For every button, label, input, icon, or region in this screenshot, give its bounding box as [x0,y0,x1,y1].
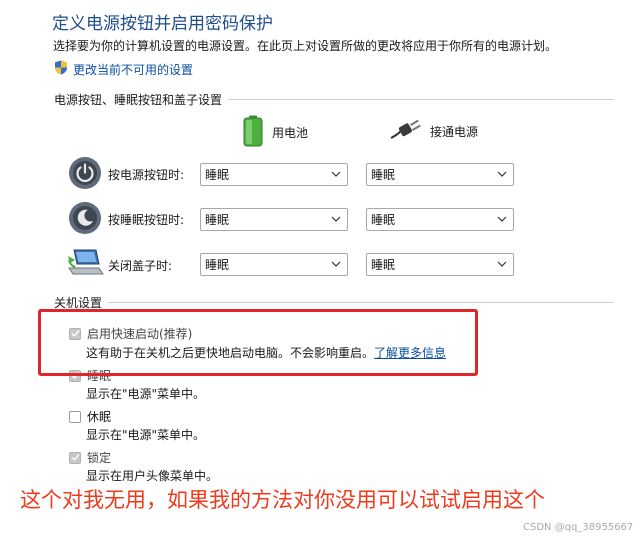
power-buttons-section-heading: 电源按钮、睡眠按钮和盖子设置 [54,91,614,108]
hibernate-checkbox[interactable] [69,410,81,423]
lock-label: 锁定 [87,451,112,465]
lock-description: 显示在用户头像菜单中。 [86,469,219,483]
lid-close-row-label: 关闭盖子时: [108,259,173,273]
page-description: 选择要为你的计算机设置的电源设置。在此页上对设置所做的更改将应用于你所有的电源计… [53,39,558,53]
chevron-down-icon [497,258,507,272]
change-settings-link-text: 更改当前不可用的设置 [73,62,194,77]
power-button-icon [68,156,102,190]
sleep-description: 显示在"电源"菜单中。 [86,387,206,401]
uac-shield-icon [54,60,68,78]
plugged-in-column-label: 接通电源 [430,125,479,139]
chevron-down-icon [497,213,507,227]
battery-column-header: 用电池 [242,115,308,150]
lock-checkbox[interactable] [69,451,81,464]
chevron-down-icon [497,168,507,182]
battery-icon [242,115,264,150]
section-divider [108,302,614,303]
battery-column-label: 用电池 [272,126,309,140]
annotation-text: 这个对我无用，如果我的方法对你没用可以试试启用这个 [20,488,545,512]
lid-close-plugged-select[interactable]: 睡眠 [366,253,514,276]
hibernate-label: 休眠 [87,410,112,424]
chevron-down-icon [331,213,341,227]
highlight-box [38,309,478,376]
laptop-lid-icon [66,246,104,280]
power-button-battery-select[interactable]: 睡眠 [200,163,348,186]
hibernate-description: 显示在"电源"菜单中。 [86,428,206,442]
power-button-plugged-select[interactable]: 睡眠 [366,163,514,186]
chevron-down-icon [331,258,341,272]
power-plug-icon [390,119,422,143]
plugged-in-column-header: 接通电源 [390,119,479,143]
power-button-row-label: 按电源按钮时: [108,168,185,182]
sleep-button-plugged-select[interactable]: 睡眠 [366,208,514,231]
sleep-button-battery-select[interactable]: 睡眠 [200,208,348,231]
lock-option[interactable]: 锁定 [69,449,111,466]
change-settings-link[interactable]: 更改当前不可用的设置 [54,60,193,78]
chevron-down-icon [331,168,341,182]
page-title: 定义电源按钮并启用密码保护 [52,14,273,34]
watermark: CSDN @qq_38955667 [523,522,634,533]
lid-close-battery-select[interactable]: 睡眠 [200,253,348,276]
sleep-button-row-label: 按睡眠按钮时: [108,213,185,227]
section-divider [228,99,614,100]
sleep-button-icon [68,201,102,235]
hibernate-option[interactable]: 休眠 [69,408,111,425]
